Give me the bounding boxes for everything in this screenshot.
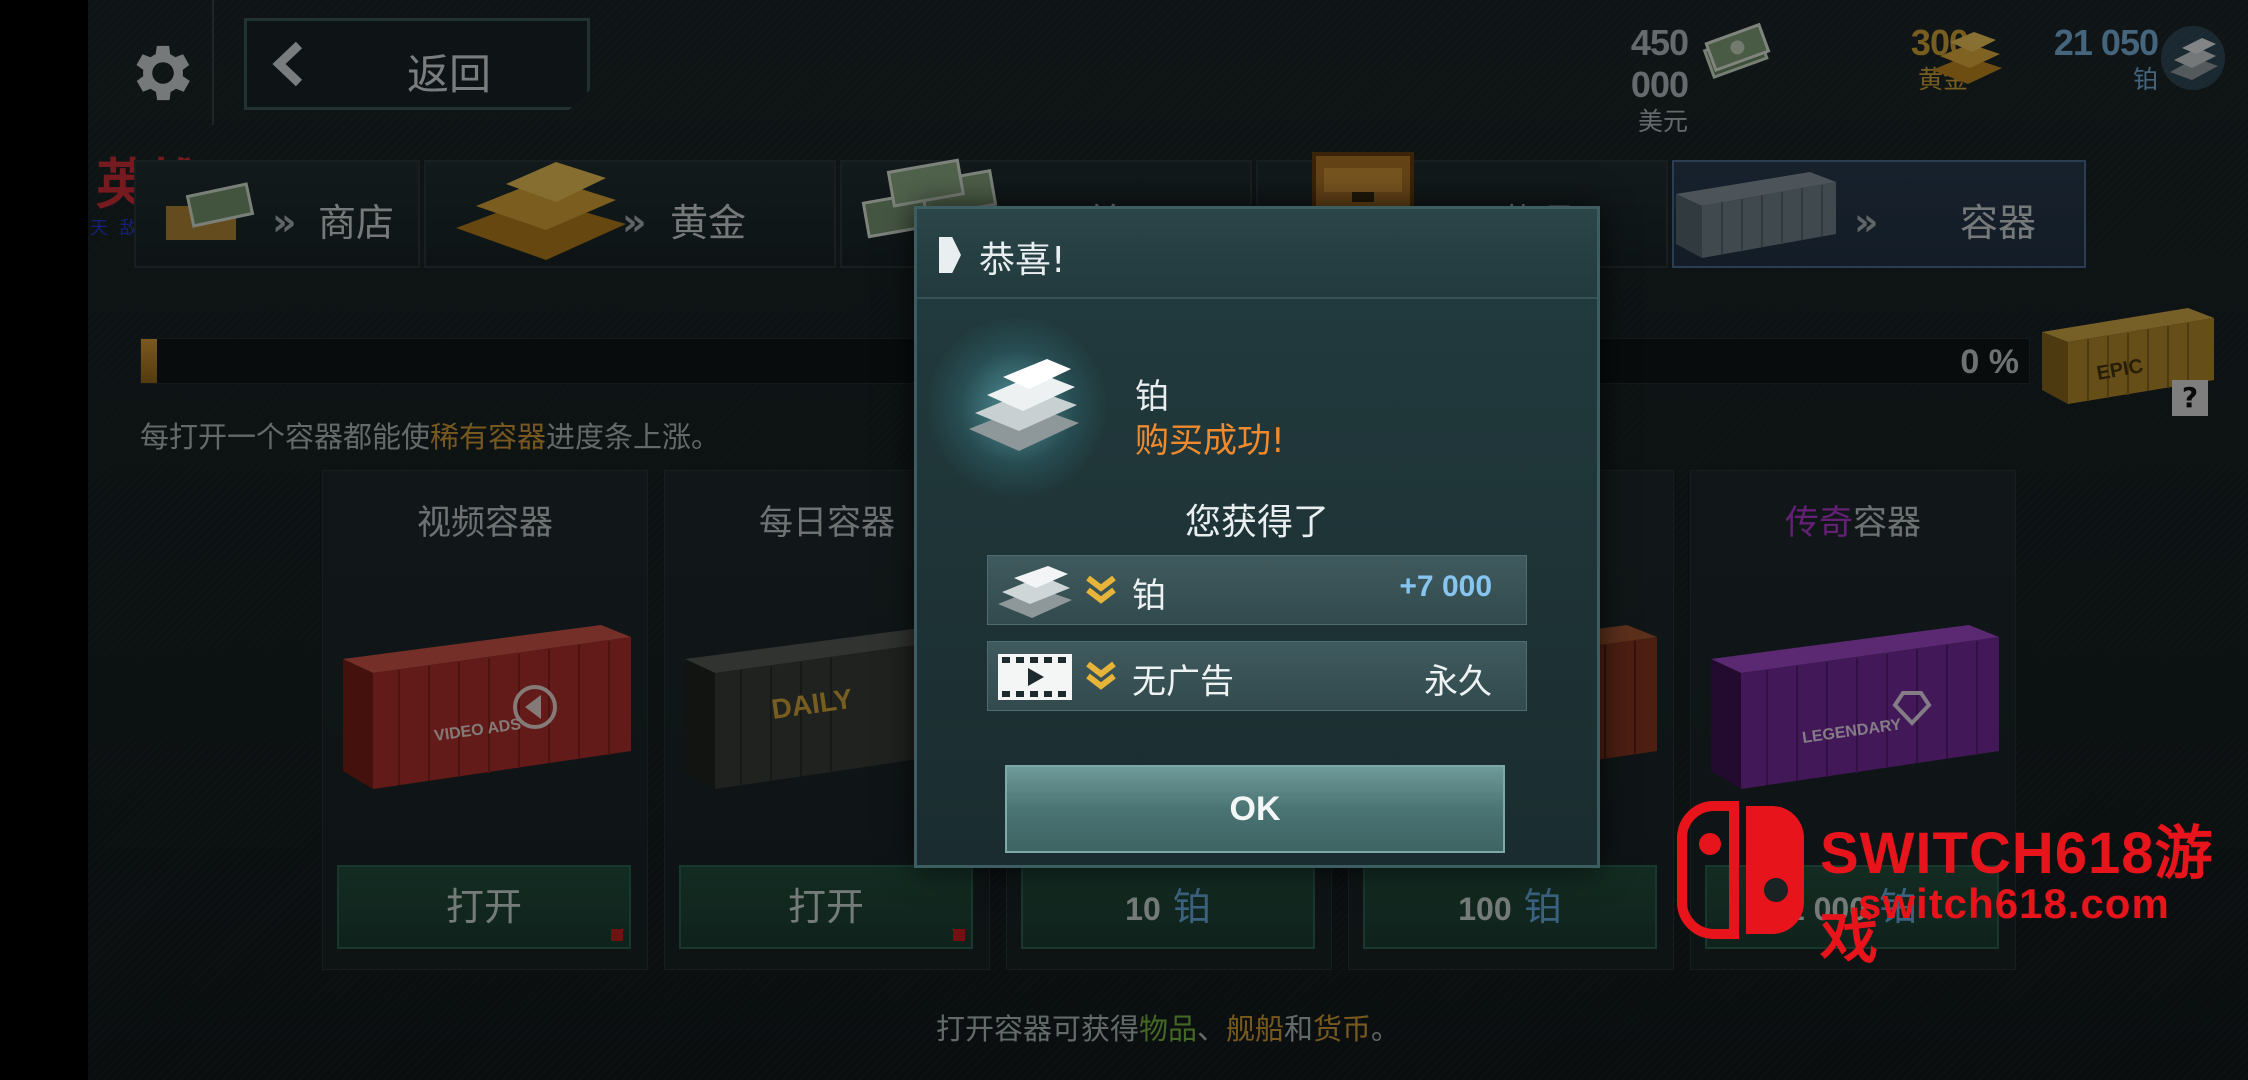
platinum-bars-icon <box>969 359 1079 451</box>
reward-row: 无广告 永久 <box>987 641 1527 711</box>
film-ad-icon <box>998 654 1072 700</box>
double-chevron-down-icon <box>1086 661 1116 690</box>
reward-label: 无广告 <box>1132 662 1234 702</box>
app-screen: 返回 450 000 美元 300 黄金 21 050 铂 英雄 天 敌 1 9… <box>88 0 2248 1080</box>
dialog-header: 恭喜! <box>917 209 1597 299</box>
received-label: 您获得了 <box>1184 502 1329 543</box>
ok-button[interactable]: OK <box>1005 765 1505 853</box>
purchase-status: 购买成功! <box>1135 421 1285 461</box>
platinum-bars-icon <box>998 566 1072 618</box>
reward-label: 铂 <box>1132 576 1166 616</box>
switch-logo-icon <box>1677 801 1804 939</box>
double-chevron-down-icon <box>1086 575 1116 604</box>
purchased-item-name: 铂 <box>1135 377 1169 417</box>
header-flag-icon <box>939 237 961 273</box>
purchase-success-dialog: 恭喜! 铂 购买成功! 您获得了 铂 +7 000 无广告 永久 OK <box>914 206 1600 868</box>
reward-value: +7 000 <box>1399 570 1492 603</box>
watermark-site-url: switch618.com <box>1858 880 2170 927</box>
reward-row: 铂 +7 000 <box>987 555 1527 625</box>
dialog-title: 恭喜! <box>979 240 1066 281</box>
reward-value: 永久 <box>1424 662 1492 702</box>
